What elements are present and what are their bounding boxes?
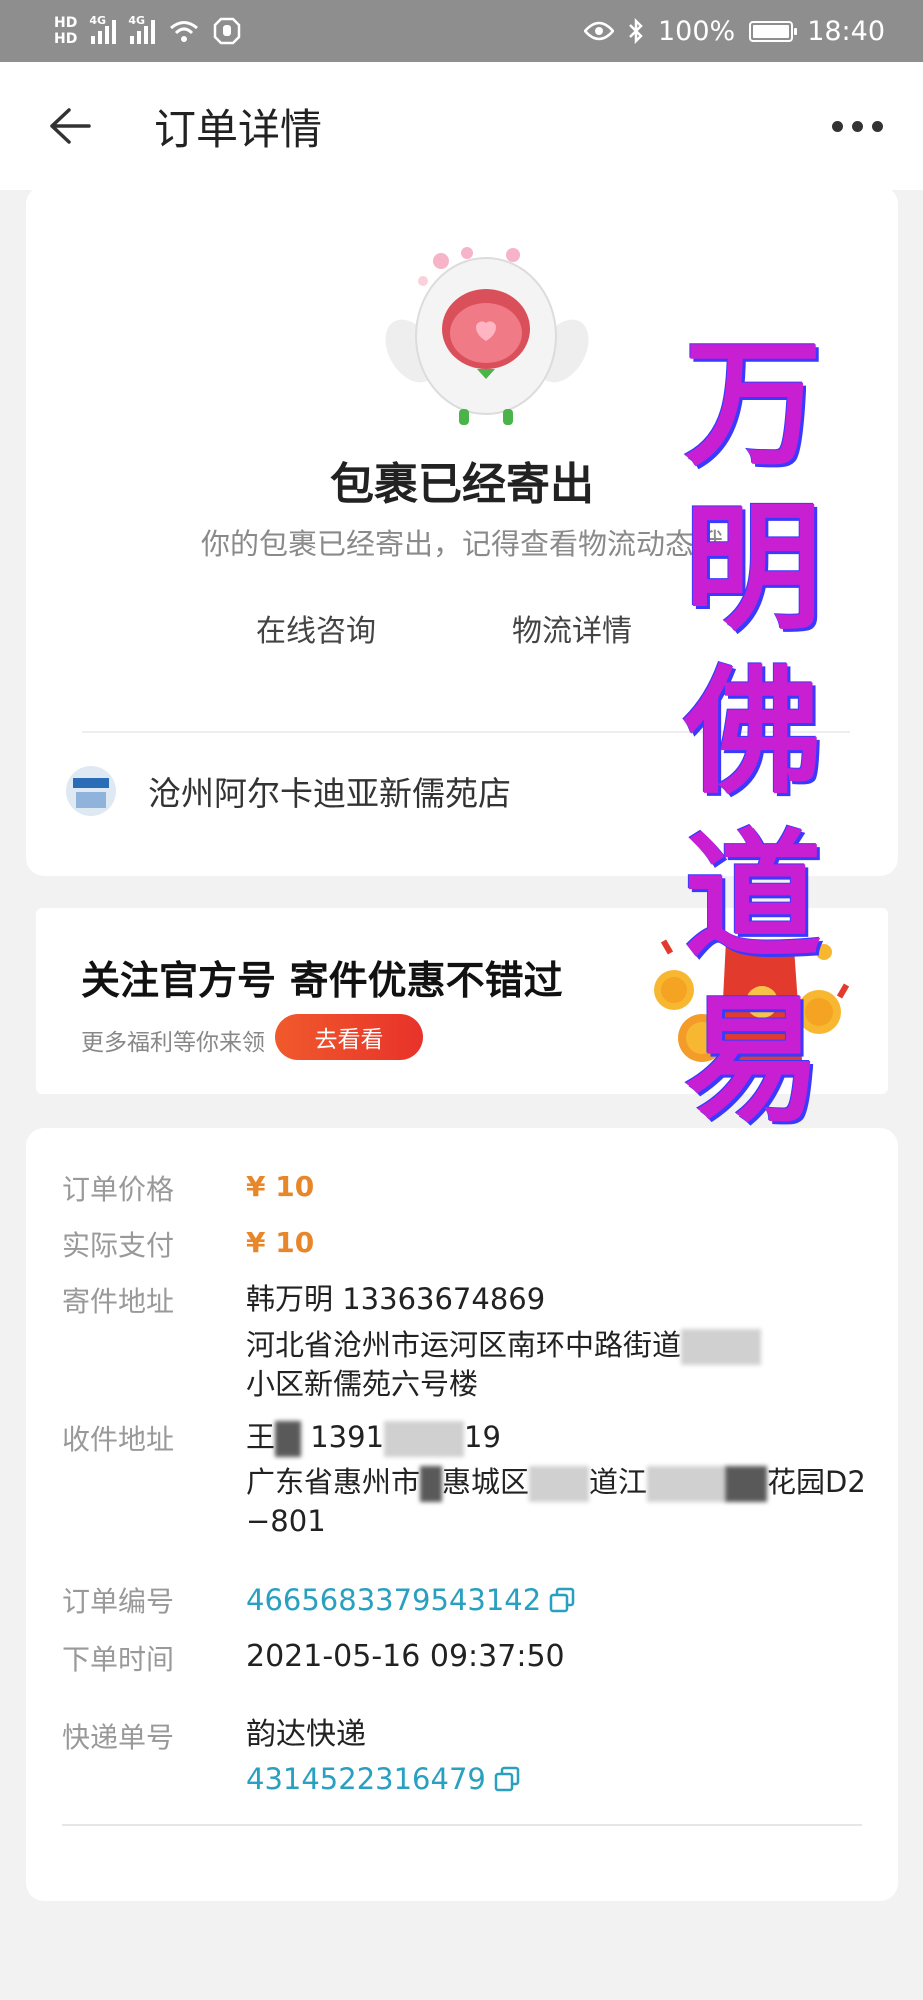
copy-icon[interactable] xyxy=(549,1587,575,1613)
hand-icon xyxy=(214,17,241,45)
status-right: 100% 18:40 xyxy=(583,15,885,47)
store-name: 沧州阿尔卡迪亚新儒苑店 xyxy=(148,774,511,813)
order-time-label: 下单时间 xyxy=(62,1643,175,1676)
promo-banner[interactable]: 关注官方号 寄件优惠不错过 更多福利等你来领 去看看 xyxy=(36,908,888,1094)
hd-bottom: HD xyxy=(54,31,78,47)
bluetooth-icon xyxy=(629,18,643,44)
sender-address-line3: 小区新儒苑六号楼 xyxy=(246,1367,479,1401)
receiver-address-line: 广东省惠州市 惠城区 道江 花园D2 xyxy=(246,1463,866,1502)
redaction-blur xyxy=(529,1466,590,1502)
express-label: 快递单号 xyxy=(62,1721,175,1754)
promo-subtitle: 更多福利等你来领 xyxy=(81,1030,265,1056)
sender-address-line2: 河北省沧州市运河区南环中路街道 xyxy=(246,1328,682,1362)
network-type-1: 4G xyxy=(89,14,107,27)
order-price-row: 订单价格 ¥ 10 xyxy=(62,1168,314,1208)
order-time-value: 2021-05-16 09:37:50 xyxy=(246,1639,565,1674)
status-left: HD HD 4G 4G xyxy=(54,14,241,47)
promo-go-button[interactable]: 去看看 xyxy=(275,1014,423,1060)
redaction-blur xyxy=(420,1466,443,1502)
sender-name-phone: 韩万明 13363674869 xyxy=(246,1282,546,1316)
paid-amount-value: ¥ 10 xyxy=(246,1226,315,1259)
express-value: 韵达快递 4314522316479 xyxy=(246,1716,520,1798)
paid-amount-row: 实际支付 ¥ 10 xyxy=(62,1224,314,1264)
receiver-address-label: 收件地址 xyxy=(62,1423,175,1456)
receiver-line1-b: 1391 xyxy=(310,1420,385,1454)
red-envelope-coins-icon xyxy=(654,939,850,1062)
receiver-line2-c: 道江 xyxy=(589,1465,648,1499)
receiver-line1-a: 王 xyxy=(246,1420,276,1454)
network-type-2: 4G xyxy=(128,14,146,27)
sender-address-row: 寄件地址 韩万明 13363674869 河北省沧州市运河区南环中路街道 小区新… xyxy=(62,1280,762,1403)
receiver-line2-d: 花园D2 xyxy=(767,1465,866,1499)
receiver-line2-b: 惠城区 xyxy=(442,1465,530,1499)
mascot-illustration xyxy=(385,247,589,425)
redaction-blur xyxy=(647,1466,726,1502)
order-info-card: 订单价格 ¥ 10 实际支付 ¥ 10 寄件地址 韩万明 13363674869… xyxy=(26,1128,898,1901)
order-price-label: 订单价格 xyxy=(62,1173,175,1206)
receiver-address-line3: −801 xyxy=(246,1504,326,1538)
order-number-row: 订单编号 4665683379543142 xyxy=(62,1580,575,1620)
sender-address-line: 河北省沧州市运河区南环中路街道 xyxy=(246,1326,762,1365)
order-number-copy[interactable]: 4665683379543142 xyxy=(246,1580,575,1620)
battery-icon xyxy=(749,20,798,42)
back-arrow-icon[interactable] xyxy=(40,96,100,156)
promo-title: 关注官方号 寄件优惠不错过 xyxy=(81,959,563,1004)
copy-icon[interactable] xyxy=(494,1766,520,1792)
online-consult-button[interactable]: 在线咨询 xyxy=(256,606,376,650)
receiver-line2-a: 广东省惠州市 xyxy=(246,1465,421,1499)
battery-percent: 100% xyxy=(657,15,736,47)
package-status-subtitle: 你的包裹已经寄出，记得查看物流动态哦 xyxy=(200,527,723,561)
order-price-value: ¥ 10 xyxy=(246,1170,315,1203)
status-bar: HD HD 4G 4G 100% 18:40 xyxy=(0,0,923,62)
logistics-detail-button[interactable]: 物流详情 xyxy=(512,606,632,650)
eye-icon xyxy=(583,21,614,41)
paid-amount-label: 实际支付 xyxy=(62,1229,175,1262)
receiver-name-phone: 王 1391 19 xyxy=(246,1418,866,1457)
redaction-blur xyxy=(725,1466,768,1502)
store-row[interactable]: 沧州阿尔卡迪亚新儒苑店 xyxy=(66,766,511,816)
express-row: 快递单号 韵达快递 4314522316479 xyxy=(62,1716,520,1798)
receiver-line1-c: 19 xyxy=(464,1420,501,1454)
more-options-icon[interactable] xyxy=(832,120,883,132)
sender-address-label: 寄件地址 xyxy=(62,1285,175,1318)
order-time-row: 下单时间 2021-05-16 09:37:50 xyxy=(62,1638,565,1678)
redaction-blur xyxy=(681,1329,762,1365)
hd-indicator: HD HD xyxy=(54,15,77,47)
signal-icon-2: 4G xyxy=(128,14,156,44)
order-number-value: 4665683379543142 xyxy=(246,1583,542,1617)
top-bar: 订单详情 xyxy=(0,62,923,190)
receiver-address-value: 王 1391 19 广东省惠州市 惠城区 道江 花园D2 −801 xyxy=(246,1418,866,1540)
express-company: 韵达快递 xyxy=(246,1717,366,1752)
sender-address-value: 韩万明 13363674869 河北省沧州市运河区南环中路街道 小区新儒苑六号楼 xyxy=(246,1280,762,1403)
clock: 18:40 xyxy=(807,15,885,47)
store-logo-icon xyxy=(66,766,116,816)
wifi-icon xyxy=(170,21,199,42)
page-title: 订单详情 xyxy=(154,104,323,154)
express-number-copy[interactable]: 4314522316479 xyxy=(246,1760,520,1798)
hd-top: HD xyxy=(54,15,78,31)
redaction-blur xyxy=(275,1421,302,1457)
receiver-address-row: 收件地址 王 1391 19 广东省惠州市 惠城区 道江 花园D2 −801 xyxy=(62,1418,866,1540)
bottom-divider xyxy=(62,1824,862,1826)
express-number-value: 4314522316479 xyxy=(246,1762,486,1796)
redaction-blur xyxy=(384,1421,465,1457)
order-number-label: 订单编号 xyxy=(62,1585,175,1618)
status-card: 包裹已经寄出 你的包裹已经寄出，记得查看物流动态哦 在线咨询 物流详情 沧州阿尔… xyxy=(26,186,898,876)
package-status-title: 包裹已经寄出 xyxy=(330,459,594,510)
signal-icon-1: 4G xyxy=(89,14,117,44)
divider xyxy=(82,731,850,733)
